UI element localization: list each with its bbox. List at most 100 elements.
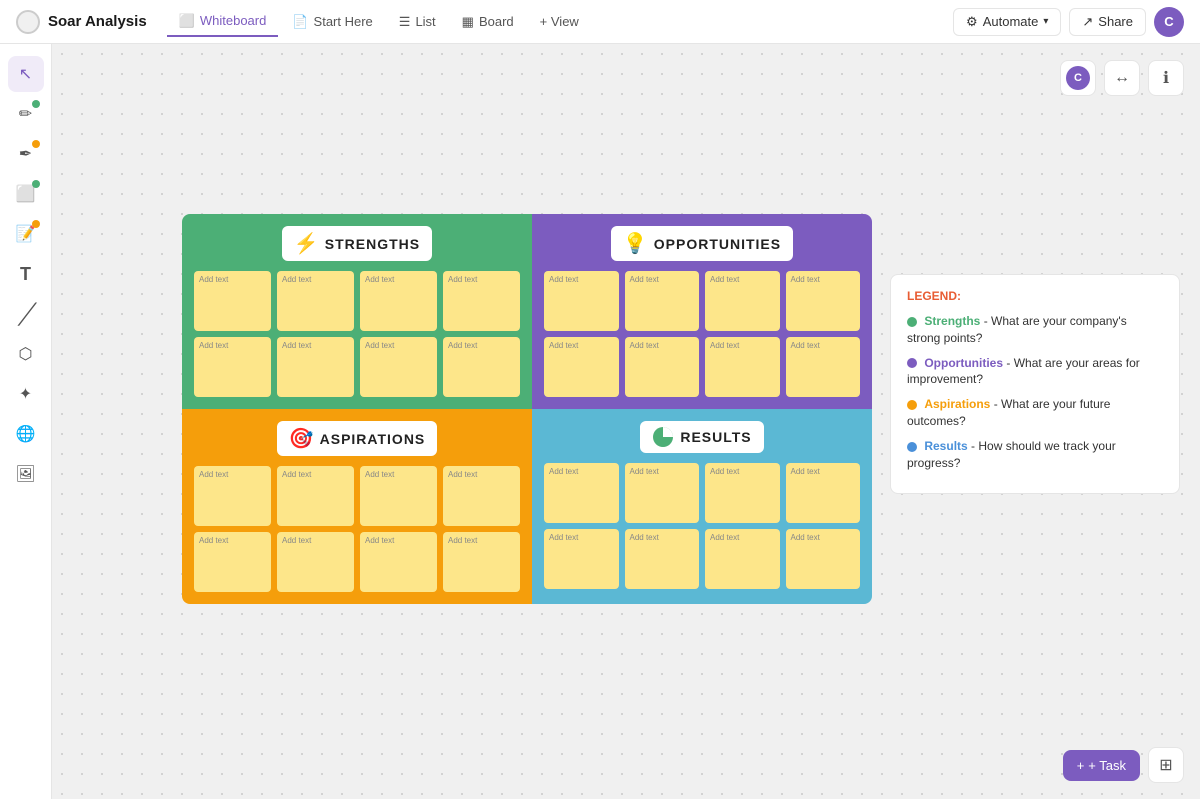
opportunities-header: 💡 OPPORTUNITIES [611,226,793,261]
sticky-note[interactable]: Add text [786,463,861,523]
sidebar-cursor-tool[interactable]: ↖ [8,56,44,92]
line-icon: ╱ [19,302,31,327]
nav-list[interactable]: ☰ List [387,8,448,36]
aspirations-notes-grid: Add text Add text Add text Add text Add … [194,466,520,592]
aspirations-legend-key: Aspirations [924,397,990,411]
results-notes-grid: Add text Add text Add text Add text Add … [544,463,860,589]
image-icon: 🖼 [15,464,35,484]
start-here-icon: 📄 [292,14,308,30]
sticky-note[interactable]: Add text [544,529,619,589]
sticky-note[interactable]: Add text [194,532,271,592]
avatar[interactable]: C [1154,7,1184,37]
nav-whiteboard[interactable]: ⬜ Whiteboard [167,7,279,37]
sticky-note[interactable]: Add text [786,529,861,589]
sticky-note[interactable]: Add text [625,463,700,523]
bottom-actions: + + Task ⊞ [1063,747,1184,783]
sticky-note[interactable]: Add text [194,271,271,331]
sticky-note[interactable]: Add text [705,529,780,589]
strengths-title: STRENGTHS [325,236,420,252]
header-actions: ⚙ Automate ▾ ↗ Share C [953,7,1184,37]
share-button[interactable]: ↗ Share [1069,8,1146,36]
sticky-note[interactable]: Add text [705,337,780,397]
sticky-note[interactable]: Add text [544,463,619,523]
sticky-note[interactable]: Add text [443,466,520,526]
nav-add-view[interactable]: + View [528,8,591,35]
strengths-icon: ⚡ [294,231,319,256]
automate-icon: ⚙ [966,14,978,30]
list-icon: ☰ [399,14,411,30]
sticky-note[interactable]: Add text [705,463,780,523]
results-icon [652,426,674,448]
sticky-note[interactable]: Add text [443,271,520,331]
results-legend-dot [907,442,917,452]
sticky-note[interactable]: Add text [544,271,619,331]
nav-start-here[interactable]: 📄 Start Here [280,8,384,36]
info-button[interactable]: ℹ [1148,60,1184,96]
strengths-legend-key: Strengths [924,314,980,328]
sticky-note[interactable]: Add text [625,529,700,589]
results-legend-key: Results [924,439,967,453]
nav-board[interactable]: ▦ Board [450,8,526,36]
cursor-icon: ↖ [19,64,32,84]
sparkles-icon: ✦ [19,384,32,404]
legend-results: Results - How should we track your progr… [907,438,1163,472]
canvas-toolbar: C ↔ ℹ [1060,60,1184,96]
sidebar-text-tool[interactable]: T [8,256,44,292]
sticky-note[interactable]: Add text [277,337,354,397]
share-icon: ↗ [1082,14,1093,30]
sticky-note[interactable]: Add text [360,337,437,397]
sidebar-line-tool[interactable]: ╱ [8,296,44,332]
sidebar-sticky-tool[interactable]: 📝 [8,216,44,252]
sticky-note[interactable]: Add text [786,337,861,397]
sidebar-nodes-tool[interactable]: ⬡ [8,336,44,372]
header: Soar Analysis ⬜ Whiteboard 📄 Start Here … [0,0,1200,44]
sticky-dot [32,220,40,228]
sticky-note[interactable]: Add text [443,337,520,397]
opportunities-notes-grid: Add text Add text Add text Add text Add … [544,271,860,397]
sticky-note[interactable]: Add text [625,337,700,397]
aspirations-quadrant: 🎯 ASPIRATIONS Add text Add text Add text… [182,409,532,604]
avatar-canvas[interactable]: C [1060,60,1096,96]
sidebar-pencil-tool[interactable]: ✒ [8,136,44,172]
sticky-note[interactable]: Add text [625,271,700,331]
sticky-note[interactable]: Add text [194,466,271,526]
sticky-note[interactable]: Add text [277,532,354,592]
legend-panel: LEGEND: Strengths - What are your compan… [890,274,1180,494]
sidebar-globe-tool[interactable]: 🌐 [8,416,44,452]
fit-view-button[interactable]: ↔ [1104,60,1140,96]
sidebar-sparkles-tool[interactable]: ✦ [8,376,44,412]
sidebar-pen-plus-tool[interactable]: ✏ [8,96,44,132]
legend-strengths: Strengths - What are your company's stro… [907,313,1163,347]
automate-button[interactable]: ⚙ Automate ▾ [953,8,1061,36]
nodes-icon: ⬡ [19,344,33,364]
strengths-notes-grid: Add text Add text Add text Add text Add … [194,271,520,397]
opportunities-icon: 💡 [623,231,648,256]
sticky-note[interactable]: Add text [360,532,437,592]
text-icon: T [20,264,31,285]
plus-icon: + [1077,758,1085,773]
sticky-note[interactable]: Add text [277,271,354,331]
globe-icon: 🌐 [16,424,36,444]
opportunities-title: OPPORTUNITIES [654,236,781,252]
results-quadrant: RESULTS Add text Add text Add text Add t… [532,409,872,604]
sticky-note[interactable]: Add text [544,337,619,397]
sticky-note[interactable]: Add text [443,532,520,592]
add-task-button[interactable]: + + Task [1063,750,1140,781]
sticky-note[interactable]: Add text [277,466,354,526]
sticky-note[interactable]: Add text [705,271,780,331]
sticky-note[interactable]: Add text [194,337,271,397]
opportunities-legend-dot [907,358,917,368]
sticky-note[interactable]: Add text [360,271,437,331]
sidebar-rectangle-tool[interactable]: ⬜ [8,176,44,212]
legend-title: LEGEND: [907,289,1163,303]
results-header: RESULTS [640,421,763,453]
app-title: Soar Analysis [48,13,147,30]
sticky-note[interactable]: Add text [360,466,437,526]
sticky-note[interactable]: Add text [786,271,861,331]
sidebar-image-tool[interactable]: 🖼 [8,456,44,492]
whiteboard-icon: ⬜ [179,13,195,29]
info-icon: ℹ [1163,68,1169,88]
aspirations-legend-dot [907,400,917,410]
canvas[interactable]: C ↔ ℹ ⚡ STRENGTHS Add text Add text Add … [52,44,1200,799]
grid-view-button[interactable]: ⊞ [1148,747,1184,783]
